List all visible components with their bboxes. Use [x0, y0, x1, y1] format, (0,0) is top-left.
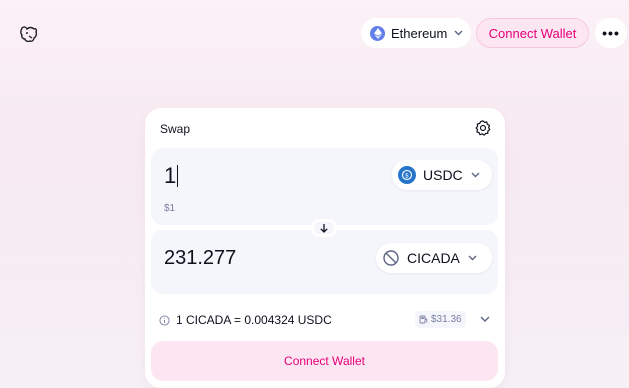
swap-card: Swap 1 $1 $ USDC 231.277 CICADA 1 CICADA… — [145, 108, 505, 388]
exchange-rate-text: 1 CICADA = 0.004324 USDC — [176, 313, 332, 327]
buy-token-label: CICADA — [407, 250, 460, 266]
chevron-down-icon — [480, 316, 490, 322]
chevron-down-icon — [454, 28, 463, 39]
chevron-down-icon — [471, 170, 480, 181]
sell-fiat-value: $1 — [164, 203, 176, 214]
text-caret — [177, 165, 179, 187]
buy-amount-input[interactable]: 231.277 — [164, 247, 236, 270]
gas-estimate: $31.36 — [415, 311, 466, 328]
gas-pump-icon — [419, 315, 428, 324]
connect-wallet-button[interactable]: Connect Wallet — [151, 341, 498, 381]
switch-tokens-button[interactable] — [311, 219, 337, 237]
network-label: Ethereum — [391, 25, 448, 41]
chevron-down-icon — [468, 253, 477, 264]
connect-wallet-header-button[interactable]: Connect Wallet — [476, 18, 589, 48]
ethereum-icon — [370, 25, 385, 41]
sell-amount-value: 1 — [164, 163, 177, 188]
exchange-rate-row[interactable]: 1 CICADA = 0.004324 USDC $31.36 — [159, 310, 494, 330]
gas-value: $31.36 — [431, 314, 462, 325]
swap-title: Swap — [160, 122, 191, 136]
unicorn-logo-icon[interactable] — [19, 24, 39, 44]
swap-output-panel: 231.277 CICADA — [151, 230, 498, 294]
network-selector-button[interactable]: Ethereum — [361, 18, 471, 48]
sell-amount-input[interactable]: 1 — [164, 163, 179, 189]
more-icon: ••• — [602, 25, 620, 41]
arrow-down-icon — [320, 224, 328, 233]
sell-token-selector[interactable]: $ USDC — [392, 160, 492, 190]
unknown-token-icon — [382, 249, 400, 267]
gear-icon[interactable] — [474, 119, 492, 137]
sell-token-label: USDC — [423, 167, 463, 183]
swap-input-panel: 1 $1 $ USDC — [151, 148, 498, 225]
usdc-icon: $ — [398, 166, 416, 184]
more-options-button[interactable]: ••• — [595, 18, 627, 48]
svg-text:$: $ — [405, 171, 409, 179]
info-icon — [159, 314, 170, 326]
buy-token-selector[interactable]: CICADA — [376, 243, 492, 273]
top-navigation-bar: Ethereum Connect Wallet ••• — [0, 0, 629, 64]
